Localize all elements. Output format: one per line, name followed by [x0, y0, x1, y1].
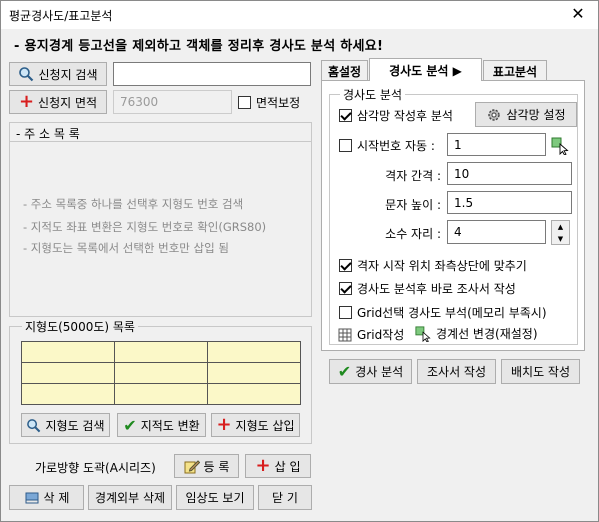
area-correction-checkbox[interactable]: 면적보정 [238, 94, 300, 111]
address-hint-2: - 지적도 좌표 변환은 지형도 번호로 확인(GRS80) [23, 220, 267, 234]
area-correction-check[interactable] [238, 96, 251, 109]
applicant-area-label: 신청지 면적 [38, 95, 98, 110]
triangle-after-label: 삼각망 작성후 분석 [357, 109, 453, 123]
auto-start-label: 시작번호 자동 : [357, 139, 435, 153]
grid-select-check[interactable] [339, 306, 352, 319]
auto-start-input[interactable]: 1 [447, 133, 546, 156]
address-list-group: - 주 소 목 록 - 주소 목록중 하나를 선택후 지형도 번호 검색 - 지… [9, 122, 312, 317]
address-list-header: - 주 소 목 록 [10, 123, 311, 142]
address-hint-1: - 주소 목록중 하나를 선택후 지형도 번호 검색 [23, 197, 244, 211]
delete-button[interactable]: 삭 제 [9, 485, 84, 510]
sheet-orientation-label: 가로방향 도곽(A시리즈) [35, 461, 156, 475]
pick-cursor-icon [415, 325, 431, 342]
decimal-places-input[interactable]: 4 [447, 220, 546, 244]
insert-button[interactable]: + 삽 입 [245, 454, 311, 478]
grid-cell[interactable] [21, 383, 115, 405]
title-bar: 평균경사도/표고분석 ✕ [1, 1, 598, 29]
check-icon: ✔ [123, 415, 137, 435]
delete-outside-button[interactable]: 경계외부 삭제 [88, 485, 172, 510]
slope-group-title: 경사도 분석 [340, 86, 406, 103]
slope-analysis-label: 경사 분석 [355, 365, 404, 379]
area-value-field[interactable]: 76300 [113, 90, 232, 114]
address-list-title: - 주 소 목 록 [16, 127, 80, 141]
spin-down-icon[interactable]: ▼ [552, 233, 569, 245]
instruction-text: - 용지경계 등고선을 제외하고 객체를 정리후 경사도 분석 하세요! [14, 39, 384, 54]
address-hint-3: - 지형도는 목록에서 선택한 번호만 삽입 됨 [23, 241, 229, 255]
cadastral-convert-button[interactable]: ✔ 지적도 변환 [117, 413, 206, 437]
area-correction-label: 면적보정 [256, 96, 301, 110]
survey-after-label: 경사도 분석후 바로 조사서 작성 [357, 282, 516, 296]
decimal-spinner[interactable]: ▲ ▼ [551, 220, 570, 245]
cadastral-convert-label: 지적도 변환 [140, 418, 200, 433]
grid-cell[interactable] [21, 362, 115, 384]
triangle-after-checkbox[interactable]: 삼각망 작성후 분석 [339, 107, 453, 124]
grid-cell[interactable] [21, 341, 115, 363]
plus-icon: + [255, 455, 271, 476]
map-insert-label: 지형도 삽입 [235, 418, 295, 433]
grid-cell[interactable] [207, 341, 301, 363]
grid-cell[interactable] [114, 383, 208, 405]
insert-label: 삽 입 [274, 459, 301, 474]
slope-analysis-button[interactable]: ✔ 경사 분석 [329, 359, 412, 384]
pick-cursor-icon[interactable] [551, 137, 569, 155]
search-icon [27, 418, 41, 432]
decimal-places-label: 소수 자리 : [385, 227, 441, 241]
register-label: 등 록 [203, 459, 230, 474]
plus-icon: + [216, 414, 232, 435]
align-grid-label: 격자 시작 위치 좌측상단에 맞추기 [357, 259, 527, 273]
register-button[interactable]: 등 록 [174, 454, 239, 478]
align-grid-checkbox[interactable]: 격자 시작 위치 좌측상단에 맞추기 [339, 257, 527, 274]
map-search-button[interactable]: 지형도 검색 [21, 413, 110, 437]
close-button[interactable]: 닫 기 [258, 485, 312, 510]
plus-icon: + [18, 91, 35, 112]
gear-icon [488, 108, 501, 121]
grid-spacing-label: 격자 간격 : [385, 169, 441, 183]
map-sheet-grid[interactable] [21, 341, 301, 405]
main-window: 평균경사도/표고분석 ✕ - 용지경계 등고선을 제외하고 객체를 정리후 경사… [0, 0, 599, 522]
search-applicant-label: 신청지 검색 [38, 67, 98, 82]
triangle-after-check[interactable] [339, 109, 352, 122]
spin-up-icon[interactable]: ▲ [552, 221, 569, 233]
map-sheet-title: 지형도(5000도) 목록 [22, 318, 138, 335]
triangle-settings-label: 삼각망 설정 [506, 108, 566, 122]
applicant-area-button[interactable]: + 신청지 면적 [9, 90, 107, 114]
map-search-label: 지형도 검색 [45, 418, 105, 433]
boundary-change-button[interactable]: 경계선 변경(재설정) [415, 325, 538, 342]
grid-select-checkbox[interactable]: Grid선택 경사도 부석(메모리 부족시) [339, 304, 547, 321]
grid-create-label: Grid작성 [357, 328, 405, 342]
delete-label: 삭 제 [43, 491, 70, 505]
forest-map-button[interactable]: 임상도 보기 [176, 485, 254, 510]
grid-spacing-input[interactable]: 10 [447, 162, 572, 185]
eraser-icon [25, 492, 39, 503]
close-icon[interactable]: ✕ [568, 4, 588, 24]
grid-cell[interactable] [207, 362, 301, 384]
grid-cell[interactable] [114, 341, 208, 363]
grid-create-button[interactable]: Grid작성 [338, 326, 404, 343]
applicant-search-input[interactable] [113, 62, 311, 86]
pen-icon [184, 460, 200, 474]
grid-icon [338, 328, 352, 341]
check-icon: ✔ [337, 362, 352, 381]
tab-elevation-analysis[interactable]: 표고분석 [483, 60, 547, 81]
layout-plan-button[interactable]: 배치도 작성 [501, 359, 580, 384]
auto-start-check[interactable] [339, 139, 352, 152]
survey-after-checkbox[interactable]: 경사도 분석후 바로 조사서 작성 [339, 280, 516, 297]
window-title: 평균경사도/표고분석 [9, 9, 113, 23]
search-icon [19, 67, 34, 82]
grid-cell[interactable] [207, 383, 301, 405]
search-applicant-button[interactable]: 신청지 검색 [9, 62, 107, 86]
text-height-input[interactable]: 1.5 [447, 191, 572, 214]
grid-select-label: Grid선택 경사도 부석(메모리 부족시) [357, 306, 547, 320]
triangle-settings-button[interactable]: 삼각망 설정 [475, 102, 577, 127]
tab-slope-analysis[interactable]: 경사도 분석 ▶ [369, 58, 482, 81]
align-grid-check[interactable] [339, 259, 352, 272]
survey-report-button[interactable]: 조사서 작성 [417, 359, 496, 384]
text-height-label: 문자 높이 : [385, 198, 441, 212]
auto-start-checkbox[interactable]: 시작번호 자동 : [339, 137, 435, 154]
map-insert-button[interactable]: + 지형도 삽입 [211, 413, 300, 437]
survey-after-check[interactable] [339, 282, 352, 295]
tab-home-settings[interactable]: 홈설정 [321, 60, 368, 81]
boundary-change-label: 경계선 변경(재설정) [436, 327, 538, 341]
grid-cell[interactable] [114, 362, 208, 384]
